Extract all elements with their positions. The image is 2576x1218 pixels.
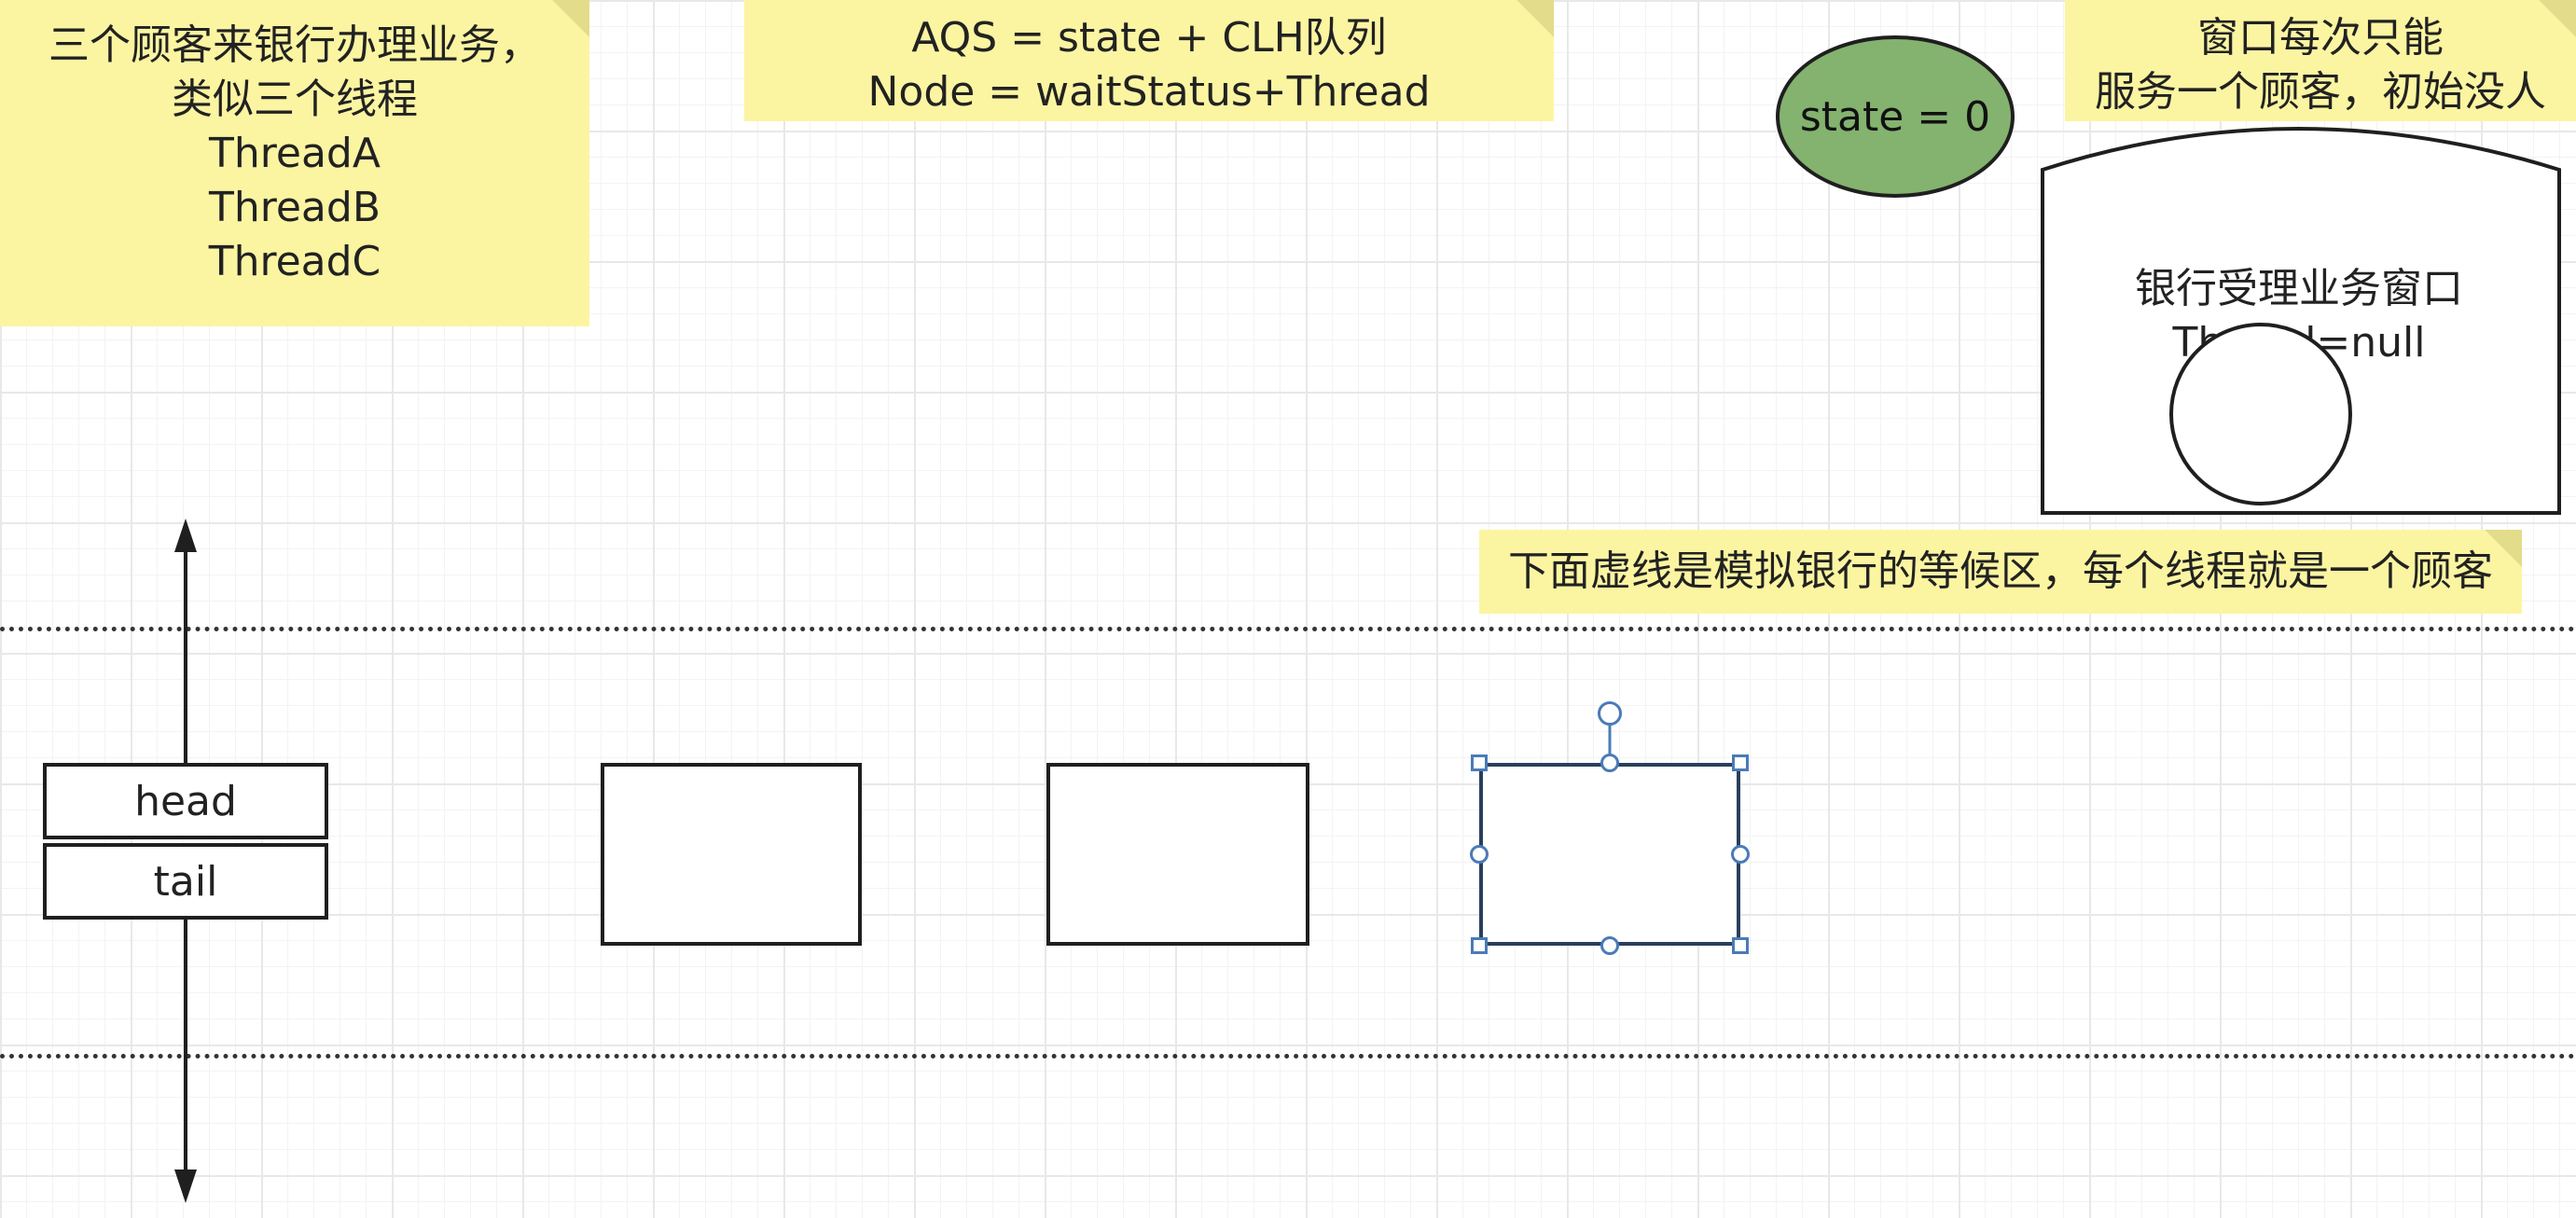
resize-handle-bottom-right[interactable] bbox=[1732, 937, 1749, 954]
rotate-handle[interactable] bbox=[1598, 701, 1622, 726]
resize-handle-left[interactable] bbox=[1470, 845, 1489, 864]
resize-handle-top-left[interactable] bbox=[1471, 754, 1488, 771]
resize-handle-right[interactable] bbox=[1731, 845, 1750, 864]
resize-handle-top-right[interactable] bbox=[1732, 754, 1749, 771]
diagram-canvas[interactable]: 三个顾客来银行办理业务， 类似三个线程 ThreadA ThreadB Thre… bbox=[0, 0, 2576, 1218]
selection-connector bbox=[1608, 726, 1612, 763]
resize-handle-bottom-left[interactable] bbox=[1471, 937, 1488, 954]
resize-handle-top[interactable] bbox=[1600, 754, 1619, 772]
resize-handle-bottom[interactable] bbox=[1600, 936, 1619, 955]
